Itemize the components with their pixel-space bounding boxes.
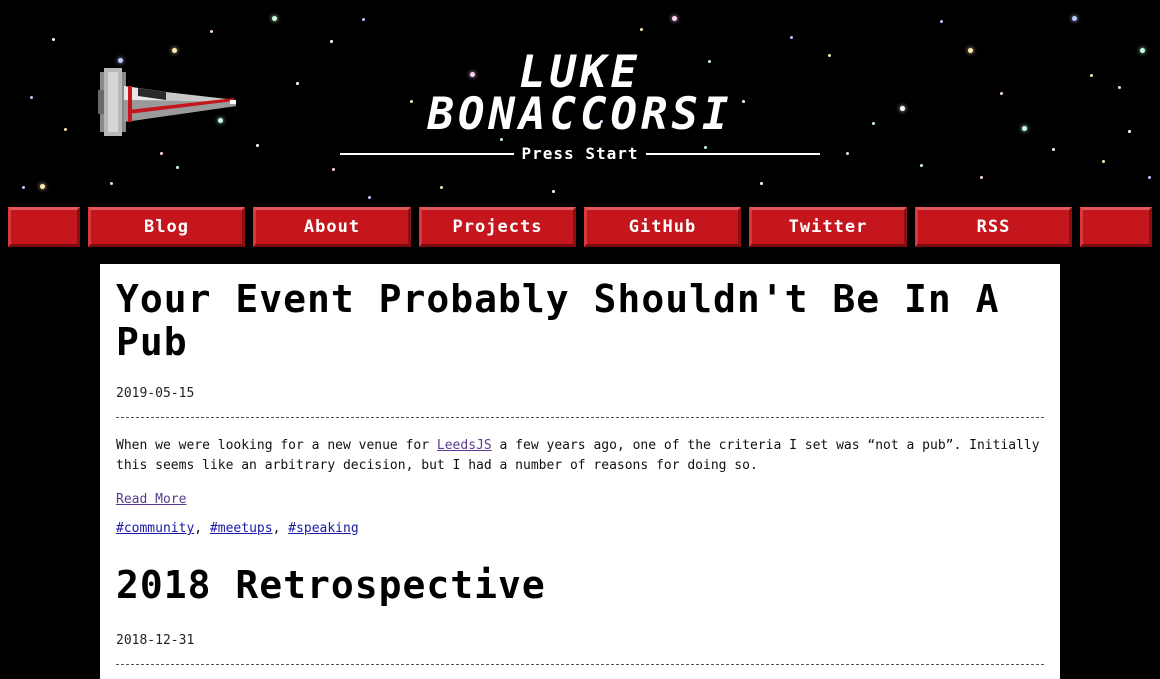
tagline-line-left <box>340 152 514 155</box>
star-icon <box>362 18 365 21</box>
post-title[interactable]: Your Event Probably Shouldn't Be In A Pu… <box>116 278 1044 364</box>
nav-github[interactable]: GitHub <box>584 207 741 247</box>
star-icon <box>940 20 943 23</box>
star-icon <box>1022 126 1027 131</box>
star-icon <box>296 82 299 85</box>
read-more-container: Read More <box>116 492 1044 507</box>
star-icon <box>1072 16 1077 21</box>
post-title-text[interactable]: 2018 Retrospective <box>116 563 546 607</box>
site-title-line2: BONACCORSI <box>427 89 733 140</box>
tag-link[interactable]: #meetups <box>210 521 273 536</box>
star-icon <box>256 144 259 147</box>
excerpt-text-before: When we were looking for a new venue for <box>116 438 437 453</box>
nav-spacer-left <box>8 207 80 247</box>
post: 2018 Retrospective 2018-12-31 <box>116 564 1044 665</box>
post-divider <box>116 664 1044 665</box>
tag-link[interactable]: #community <box>116 521 194 536</box>
star-icon <box>176 166 179 169</box>
site-branding[interactable]: LUKE BONACCORSI Press Start <box>340 47 820 163</box>
star-icon <box>1052 148 1055 151</box>
star-icon <box>330 40 333 43</box>
star-icon <box>110 182 113 185</box>
nav-rss[interactable]: RSS <box>915 207 1072 247</box>
star-icon <box>672 16 677 21</box>
star-icon <box>846 152 849 155</box>
star-icon <box>160 152 163 155</box>
star-icon <box>40 184 45 189</box>
star-icon <box>64 128 67 131</box>
post-list: Your Event Probably Shouldn't Be In A Pu… <box>100 264 1060 679</box>
star-icon <box>272 16 277 21</box>
star-icon <box>1128 130 1131 133</box>
nav-twitter[interactable]: Twitter <box>749 207 907 247</box>
post-excerpt: When we were looking for a new venue for… <box>116 436 1044 476</box>
star-icon <box>828 54 831 57</box>
tag-separator: , <box>194 521 210 536</box>
star-icon <box>440 186 443 189</box>
tag-separator: , <box>272 521 289 536</box>
nav-about[interactable]: About <box>253 207 411 247</box>
star-icon <box>1140 48 1145 53</box>
star-icon <box>640 28 643 31</box>
post-date: 2019-05-15 <box>116 386 195 401</box>
star-icon <box>368 196 371 199</box>
star-icon <box>1090 74 1093 77</box>
star-icon <box>52 38 55 41</box>
spaceship-icon <box>98 68 236 136</box>
post-title[interactable]: 2018 Retrospective <box>116 564 1044 607</box>
tagline-text: Press Start <box>521 144 639 163</box>
post-tags: #community, #meetups, #speaking <box>116 521 1044 536</box>
post-divider <box>116 417 1044 418</box>
star-icon <box>872 122 875 125</box>
star-icon <box>920 164 923 167</box>
star-icon <box>968 48 973 53</box>
tagline-line-right <box>646 152 820 155</box>
star-icon <box>210 30 213 33</box>
star-icon <box>552 190 555 193</box>
star-icon <box>22 186 25 189</box>
star-icon <box>30 96 33 99</box>
tag-link[interactable]: #speaking <box>288 521 358 536</box>
nav-projects[interactable]: Projects <box>419 207 576 247</box>
star-icon <box>118 58 123 63</box>
main-nav: Blog About Projects GitHub Twitter RSS <box>0 207 1160 247</box>
star-icon <box>172 48 177 53</box>
post-date: 2018-12-31 <box>116 633 195 648</box>
site-title-line1: LUKE <box>519 47 641 98</box>
star-icon <box>1102 160 1105 163</box>
star-icon <box>900 106 905 111</box>
leedsjs-link[interactable]: LeedsJS <box>437 438 492 453</box>
star-icon <box>332 168 335 171</box>
star-icon <box>1000 92 1003 95</box>
nav-blog[interactable]: Blog <box>88 207 245 247</box>
tagline: Press Start <box>340 144 820 163</box>
post-title-text[interactable]: Your Event Probably Shouldn't Be In A Pu… <box>116 277 999 364</box>
star-icon <box>760 182 763 185</box>
site-header: LUKE BONACCORSI Press Start <box>0 0 1160 200</box>
post: Your Event Probably Shouldn't Be In A Pu… <box>116 278 1044 536</box>
star-icon <box>1148 176 1151 179</box>
nav-spacer-right <box>1080 207 1152 247</box>
star-icon <box>1118 86 1121 89</box>
star-icon <box>980 176 983 179</box>
read-more-link[interactable]: Read More <box>116 492 186 507</box>
star-icon <box>790 36 793 39</box>
